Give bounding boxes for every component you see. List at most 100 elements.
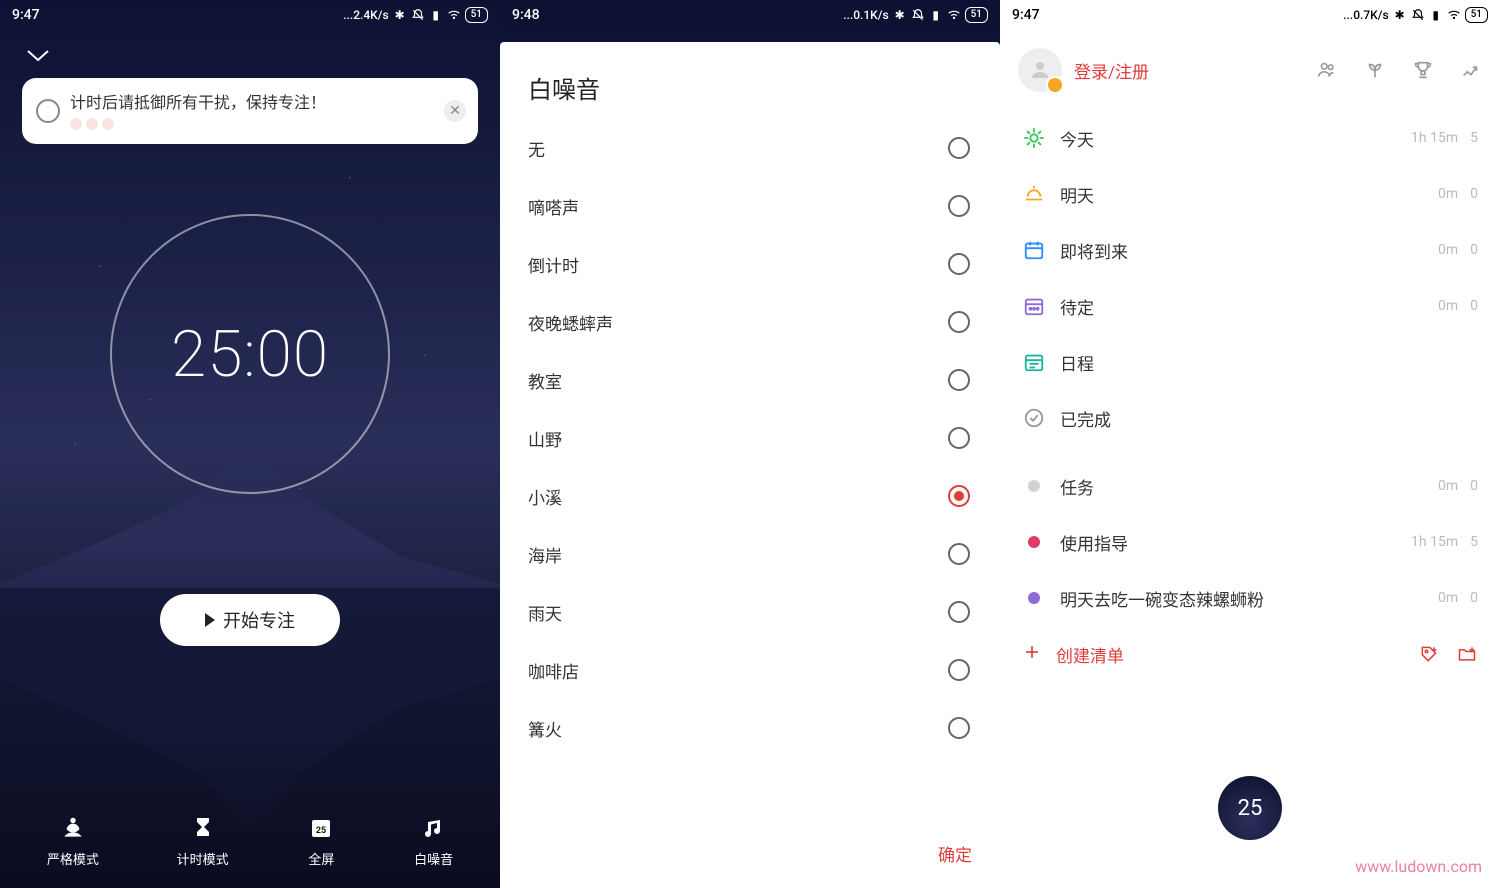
tab-timer-mode[interactable]: 计时模式	[177, 813, 229, 868]
add-tag-icon[interactable]	[1418, 643, 1440, 665]
option-label: 无	[528, 136, 545, 161]
pomodoro-shortcut[interactable]: 25	[1218, 776, 1282, 840]
list-item-meta: 1h 15m5	[1411, 534, 1478, 550]
sunset-icon	[1022, 182, 1046, 206]
option-label: 篝火	[528, 716, 562, 741]
white-noise-option[interactable]: 嘀嗒声	[500, 177, 1000, 235]
smart-list-item[interactable]: 日程	[1000, 334, 1500, 390]
status-bar: 9:48 ...0.1K/s ✱ ▮ 51	[500, 0, 1000, 28]
list-item-label: 任务	[1060, 474, 1424, 499]
option-label: 教室	[528, 368, 562, 393]
white-noise-option[interactable]: 咖啡店	[500, 641, 1000, 699]
modal-title: 白噪音	[500, 42, 1000, 119]
status-time: 9:48	[512, 7, 540, 23]
meditate-icon	[58, 813, 88, 843]
stats-icon[interactable]	[1460, 59, 1482, 81]
list-item-label: 待定	[1060, 294, 1424, 319]
radio-icon	[948, 659, 970, 681]
list-item-meta: 0m0	[1438, 590, 1478, 606]
tab-strict-mode[interactable]: 严格模式	[47, 813, 99, 868]
tag-list-item[interactable]: 明天去吃一碗变态辣螺蛳粉 0m0	[1000, 570, 1500, 626]
status-bar: 9:47 ...0.7K/s ✱ ▮ 51	[1000, 0, 1500, 28]
white-noise-option[interactable]: 海岸	[500, 525, 1000, 583]
trophy-icon[interactable]	[1412, 59, 1434, 81]
status-battery: 51	[1465, 7, 1488, 23]
screen-focus-timer: 9:47 ...2.4K/s ✱ ▮ 51 计时后请抵御所有干扰，保持专注！ ✕	[0, 0, 500, 888]
smart-list-item[interactable]: 待定 0m0	[1000, 278, 1500, 334]
timer-display: 25:00	[171, 317, 329, 392]
friends-icon[interactable]	[1316, 59, 1338, 81]
tab-fullscreen[interactable]: 25 全屏	[306, 813, 336, 868]
list-item-label: 已完成	[1060, 406, 1464, 431]
list-item-meta: 1h 15m5	[1411, 130, 1478, 146]
avatar[interactable]	[1018, 48, 1062, 92]
radio-icon	[948, 717, 970, 739]
radio-icon	[948, 253, 970, 275]
option-label: 咖啡店	[528, 658, 579, 683]
smart-list-item[interactable]: 今天 1h 15m5	[1000, 110, 1500, 166]
list-item-label: 明天	[1060, 182, 1424, 207]
sprout-icon[interactable]	[1364, 59, 1386, 81]
start-label: 开始专注	[223, 607, 295, 633]
wifi-icon	[947, 8, 961, 22]
white-noise-option[interactable]: 篝火	[500, 699, 1000, 757]
list-item-meta: 0m0	[1438, 242, 1478, 258]
smart-list-item[interactable]: 已完成	[1000, 390, 1500, 446]
play-icon	[205, 613, 215, 627]
sun-icon	[1022, 126, 1046, 150]
plus-icon	[1022, 642, 1042, 667]
radio-icon	[948, 137, 970, 159]
list-item-label: 日程	[1060, 350, 1464, 375]
timer-ring[interactable]: 25:00	[110, 214, 390, 494]
start-focus-button[interactable]: 开始专注	[160, 594, 340, 646]
notice-close-button[interactable]: ✕	[444, 100, 466, 122]
radio-icon	[948, 427, 970, 449]
notice-radio-icon	[36, 99, 60, 123]
option-label: 海岸	[528, 542, 562, 567]
mute-icon	[1411, 8, 1425, 22]
notice-text: 计时后请抵御所有干扰，保持专注！	[70, 92, 464, 114]
pomodoro-badge: 25	[1238, 796, 1263, 821]
white-noise-option[interactable]: 小溪	[500, 467, 1000, 525]
tag-dot-icon	[1022, 530, 1046, 554]
white-noise-option[interactable]: 倒计时	[500, 235, 1000, 293]
radio-icon	[948, 485, 970, 507]
add-folder-icon[interactable]	[1456, 643, 1478, 665]
screen-white-noise-modal: 9:48 ...0.1K/s ✱ ▮ 51 白噪音 无嘀嗒声倒计时夜晚蟋蟀声教室…	[500, 0, 1000, 888]
smart-list-item[interactable]: 明天 0m0	[1000, 166, 1500, 222]
bottom-toolbar: 严格模式 计时模式 25 全屏 白噪音	[0, 797, 500, 888]
login-register-link[interactable]: 登录/注册	[1074, 58, 1149, 83]
radio-icon	[948, 195, 970, 217]
option-label: 山野	[528, 426, 562, 451]
check-icon	[1022, 406, 1046, 430]
tag-list-item[interactable]: 使用指导 1h 15m5	[1000, 514, 1500, 570]
list-item-label: 即将到来	[1060, 238, 1424, 263]
white-noise-option[interactable]: 无	[500, 119, 1000, 177]
white-noise-option[interactable]: 教室	[500, 351, 1000, 409]
wifi-icon	[1447, 8, 1461, 22]
radio-icon	[948, 369, 970, 391]
tab-white-noise[interactable]: 白噪音	[414, 813, 453, 868]
smart-list-item[interactable]: 即将到来 0m0	[1000, 222, 1500, 278]
focus-notice-card[interactable]: 计时后请抵御所有干扰，保持专注！ ✕	[22, 78, 478, 144]
calendar-icon	[1022, 238, 1046, 262]
white-noise-option-list: 无嘀嗒声倒计时夜晚蟋蟀声教室山野小溪海岸雨天咖啡店篝火	[500, 119, 1000, 824]
option-label: 小溪	[528, 484, 562, 509]
white-noise-option[interactable]: 雨天	[500, 583, 1000, 641]
collapse-button[interactable]	[0, 28, 500, 68]
tag-list-item[interactable]: 任务 0m0	[1000, 458, 1500, 514]
priority-dots	[70, 118, 464, 130]
tag-list-section: 任务 0m0 使用指导 1h 15m5 明天去吃一碗变态辣螺蛳粉 0m0	[1000, 452, 1500, 626]
music-icon	[419, 813, 449, 843]
option-label: 夜晚蟋蟀声	[528, 310, 613, 335]
option-label: 倒计时	[528, 252, 579, 277]
create-list-row[interactable]: 创建清单	[1000, 626, 1500, 682]
white-noise-option[interactable]: 夜晚蟋蟀声	[500, 293, 1000, 351]
svg-text:25: 25	[316, 826, 326, 836]
white-noise-modal: 白噪音 无嘀嗒声倒计时夜晚蟋蟀声教室山野小溪海岸雨天咖啡店篝火 确定	[500, 42, 1000, 888]
modal-confirm-button[interactable]: 确定	[500, 824, 1000, 888]
create-list-label: 创建清单	[1056, 642, 1124, 667]
bluetooth-icon: ✱	[893, 8, 907, 22]
smart-list-section: 今天 1h 15m5 明天 0m0 即将到来 0m0 待定 0m0 日程 已完成	[1000, 104, 1500, 446]
white-noise-option[interactable]: 山野	[500, 409, 1000, 467]
